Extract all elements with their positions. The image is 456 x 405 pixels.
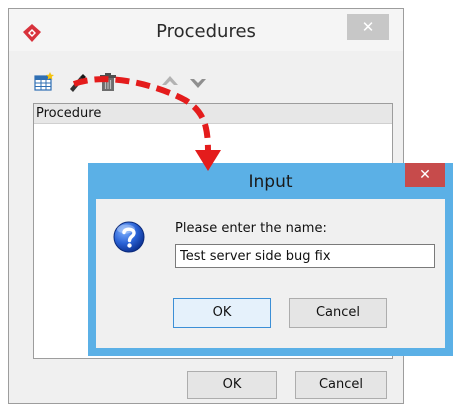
procedures-toolbar	[33, 71, 233, 95]
new-procedure-icon[interactable]	[33, 71, 55, 93]
input-close-button[interactable]: ✕	[405, 163, 445, 187]
input-dialog-body: Please enter the name: OK Cancel	[96, 199, 445, 348]
input-ok-button[interactable]: OK	[173, 298, 271, 328]
procedures-title: Procedures	[156, 21, 256, 42]
procedures-close-button[interactable]: ✕	[347, 14, 389, 40]
input-dialog: Input ✕ Please enter the name: OK Cancel	[88, 163, 453, 356]
input-titlebar[interactable]: Input ✕	[88, 163, 453, 199]
edit-icon[interactable]	[67, 71, 89, 93]
procedures-ok-button[interactable]: OK	[187, 371, 277, 399]
input-cancel-button[interactable]: Cancel	[289, 298, 387, 328]
name-input[interactable]	[175, 244, 435, 268]
procedures-titlebar[interactable]: Procedures ✕	[9, 9, 403, 51]
procedure-column-header[interactable]: Procedure	[34, 104, 392, 124]
question-icon	[113, 221, 145, 253]
name-prompt-label: Please enter the name:	[175, 221, 327, 236]
delete-icon[interactable]	[97, 71, 119, 93]
move-down-icon[interactable]	[187, 71, 209, 93]
procedures-cancel-button[interactable]: Cancel	[295, 371, 387, 399]
move-up-icon[interactable]	[159, 71, 181, 93]
input-title: Input	[248, 172, 293, 192]
